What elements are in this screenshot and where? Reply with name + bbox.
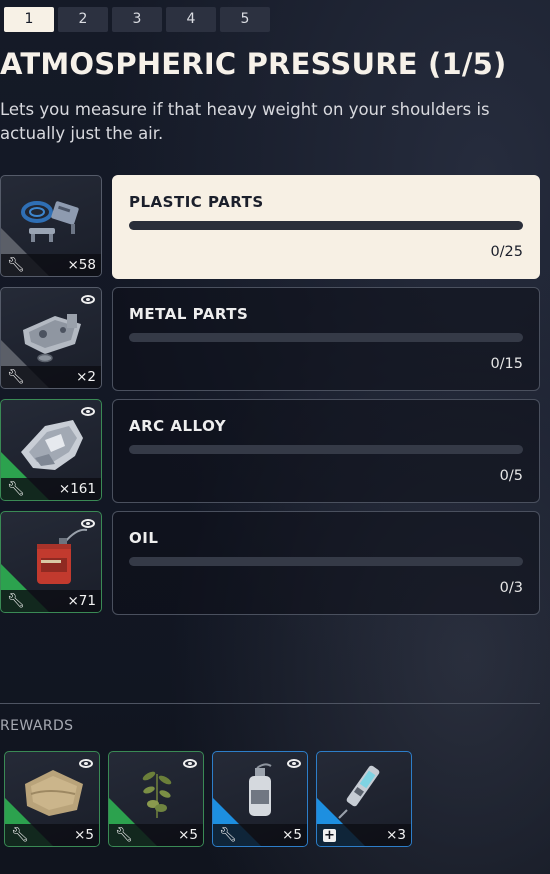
- reward-slot: 🔧︎ ×5: [4, 751, 100, 847]
- item-count: ×58: [67, 257, 97, 273]
- wrench-icon: 🔧︎: [7, 369, 25, 385]
- arc-alloy-icon: [21, 420, 83, 470]
- reward-count: ×3: [386, 827, 406, 843]
- wrench-icon: 🔧︎: [7, 481, 25, 497]
- syringe-icon: [338, 765, 380, 819]
- requirement-name: METAL PARTS: [129, 305, 249, 323]
- requirement-progress-text: 0/25: [490, 244, 523, 260]
- requirement-progress-bar: [129, 557, 523, 566]
- reward-item-bottle[interactable]: 🔧︎ ×5: [212, 751, 308, 847]
- requirement-row: 🔧︎ ×161 ARC ALLOY 0/5: [0, 399, 540, 503]
- requirement-progress-bar: [129, 221, 523, 230]
- plant-icon: [142, 771, 172, 818]
- bottle-icon: [249, 763, 272, 816]
- requirement-name: OIL: [129, 529, 159, 547]
- metal-parts-icon: [23, 314, 81, 363]
- plus-icon: +: [323, 828, 336, 843]
- reward-count: ×5: [74, 827, 94, 843]
- wrench-icon: 🔧︎: [7, 257, 25, 273]
- wrench-icon: 🔧︎: [7, 593, 25, 609]
- tracked-eye-icon[interactable]: [81, 519, 95, 528]
- tracked-eye-icon[interactable]: [81, 295, 95, 304]
- tab-3[interactable]: 3: [112, 7, 162, 32]
- stage-tabs: 1 2 3 4 5: [4, 7, 270, 32]
- requirement-arc-alloy[interactable]: ARC ALLOY 0/5: [112, 399, 540, 503]
- rewards-label: REWARDS: [0, 718, 74, 734]
- tab-1[interactable]: 1: [4, 7, 54, 32]
- oil-can-icon: [37, 528, 88, 584]
- project-description: Lets you measure if that heavy weight on…: [0, 100, 490, 143]
- reward-slot: + ×3: [316, 751, 412, 847]
- tracked-eye-icon[interactable]: [81, 407, 95, 416]
- requirement-name: ARC ALLOY: [129, 417, 227, 435]
- reward-item-plant[interactable]: 🔧︎ ×5: [108, 751, 204, 847]
- requirement-metal-parts[interactable]: METAL PARTS 0/15: [112, 287, 540, 391]
- reward-count: ×5: [282, 827, 302, 843]
- item-count: ×2: [76, 369, 96, 385]
- requirement-row: 🔧︎ ×2 METAL PARTS 0/15: [0, 287, 540, 391]
- divider: [0, 703, 540, 704]
- tracked-eye-icon[interactable]: [183, 759, 197, 768]
- requirement-progress-bar: [129, 445, 523, 454]
- tab-2[interactable]: 2: [58, 7, 108, 32]
- reward-count: ×5: [178, 827, 198, 843]
- requirement-progress-text: 0/3: [499, 580, 523, 596]
- reward-item-syringe[interactable]: + ×3: [316, 751, 412, 847]
- requirement-plastic-parts[interactable]: PLASTIC PARTS 0/25: [112, 175, 540, 279]
- requirement-row: 🔧︎ ×71 OIL 0/3: [0, 511, 540, 615]
- requirement-name: PLASTIC PARTS: [129, 193, 264, 211]
- requirement-progress-text: 0/5: [499, 468, 523, 484]
- requirement-oil[interactable]: OIL 0/3: [112, 511, 540, 615]
- wrench-icon: 🔧︎: [115, 827, 133, 843]
- cloth-icon: [25, 770, 83, 816]
- item-card-oil[interactable]: 🔧︎ ×71: [0, 511, 102, 613]
- item-count: ×161: [58, 481, 96, 497]
- item-card-plastic-parts[interactable]: 🔧︎ ×58: [0, 175, 102, 277]
- tracked-eye-icon[interactable]: [79, 759, 93, 768]
- item-count: ×71: [67, 593, 97, 609]
- reward-item-cloth[interactable]: 🔧︎ ×5: [4, 751, 100, 847]
- tab-5[interactable]: 5: [220, 7, 270, 32]
- wrench-icon: 🔧︎: [219, 827, 237, 843]
- tracked-eye-icon[interactable]: [287, 759, 301, 768]
- reward-slot: 🔧︎ ×5: [212, 751, 308, 847]
- plastic-parts-icon: [21, 201, 79, 242]
- requirement-progress-bar: [129, 333, 523, 342]
- reward-slot: 🔧︎ ×5: [108, 751, 204, 847]
- item-card-metal-parts[interactable]: 🔧︎ ×2: [0, 287, 102, 389]
- item-card-arc-alloy[interactable]: 🔧︎ ×161: [0, 399, 102, 501]
- requirement-row: 🔧︎ ×58 PLASTIC PARTS 0/25: [0, 175, 540, 279]
- requirement-progress-text: 0/15: [490, 356, 523, 372]
- project-title: ATMOSPHERIC PRESSURE (1/5): [0, 47, 507, 81]
- wrench-icon: 🔧︎: [11, 827, 29, 843]
- tab-4[interactable]: 4: [166, 7, 216, 32]
